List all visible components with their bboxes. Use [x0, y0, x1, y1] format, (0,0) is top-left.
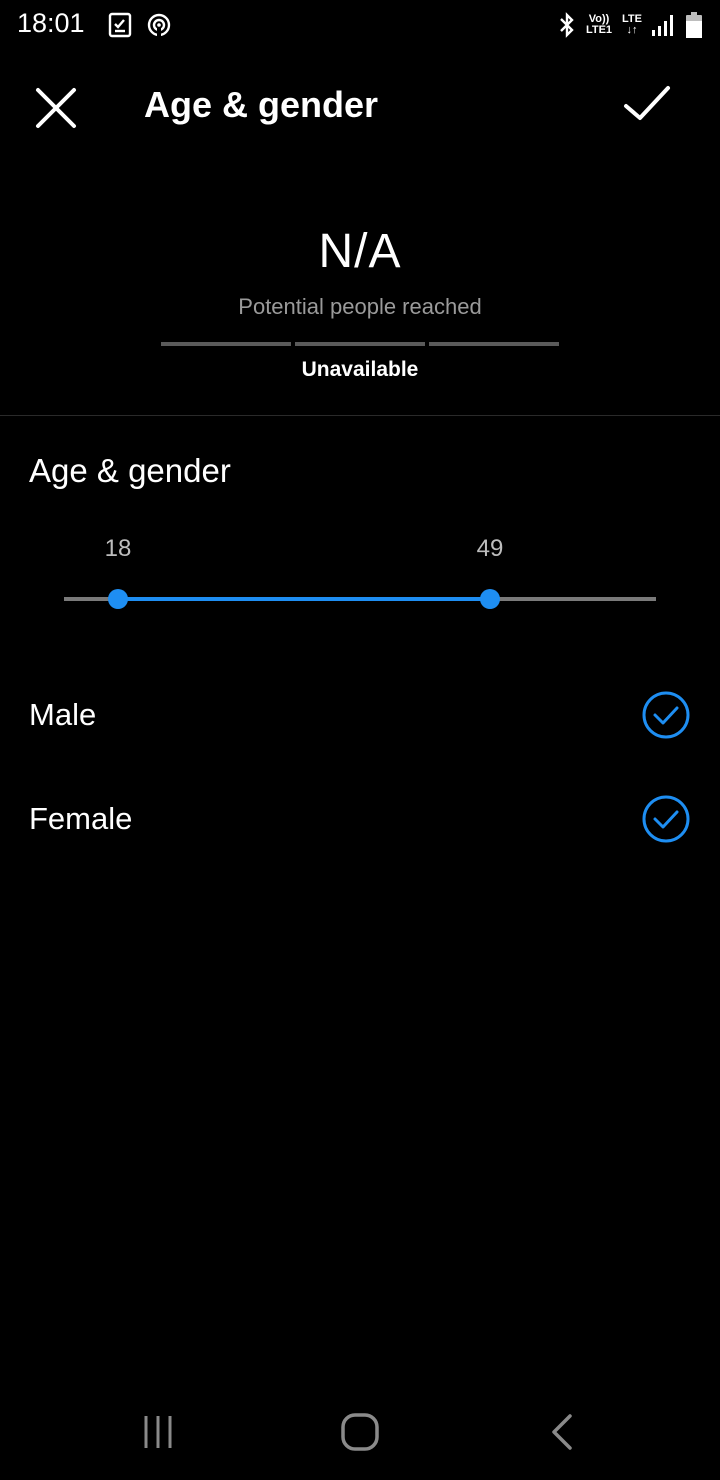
gender-label: Male — [29, 697, 97, 732]
reach-meter-segment — [295, 342, 425, 346]
divider — [0, 415, 720, 416]
gender-option-male[interactable]: Male — [0, 675, 720, 755]
gender-label: Female — [29, 801, 133, 836]
close-icon — [36, 88, 76, 128]
confirm-button[interactable] — [620, 80, 676, 128]
reach-meter-segment — [161, 342, 291, 346]
reach-meter-segment — [429, 342, 559, 346]
age-min-thumb[interactable] — [108, 589, 128, 609]
age-max-thumb[interactable] — [480, 589, 500, 609]
check-icon — [653, 706, 679, 725]
data-arrows: ↓↑ — [626, 24, 638, 36]
checkmark-icon — [624, 86, 670, 120]
reach-status: Unavailable — [301, 358, 419, 381]
age-max-label: 49 — [476, 535, 504, 562]
reach-label: Potential people reached — [238, 294, 482, 319]
male-checkbox[interactable] — [642, 691, 690, 739]
reach-meter — [161, 342, 559, 346]
volte-icon: Vo)) LTE1 — [586, 14, 612, 36]
age-min-label: 18 — [104, 535, 132, 562]
lte-icon: LTE ↓↑ — [622, 14, 642, 36]
check-icon — [653, 810, 679, 829]
lte1-text: LTE1 — [585, 24, 613, 36]
section-title: Age & gender — [29, 452, 231, 489]
back-icon[interactable] — [540, 1410, 584, 1454]
battery-icon — [686, 12, 702, 38]
reach-value: N/A — [318, 225, 402, 278]
home-icon[interactable] — [338, 1410, 382, 1454]
page-title: Age & gender — [144, 84, 379, 125]
gender-option-female[interactable]: Female — [0, 779, 720, 859]
close-button[interactable] — [30, 82, 82, 134]
status-indicators: Vo)) LTE1 LTE ↓↑ — [558, 8, 702, 42]
recent-apps-icon[interactable] — [138, 1410, 182, 1454]
hotspot-icon — [147, 13, 171, 38]
female-checkbox[interactable] — [642, 795, 690, 843]
age-slider-range — [118, 597, 490, 601]
signal-icon — [652, 15, 673, 36]
checklist-icon — [108, 12, 132, 38]
bluetooth-icon — [560, 12, 574, 38]
status-time: 18:01 — [17, 8, 85, 38]
